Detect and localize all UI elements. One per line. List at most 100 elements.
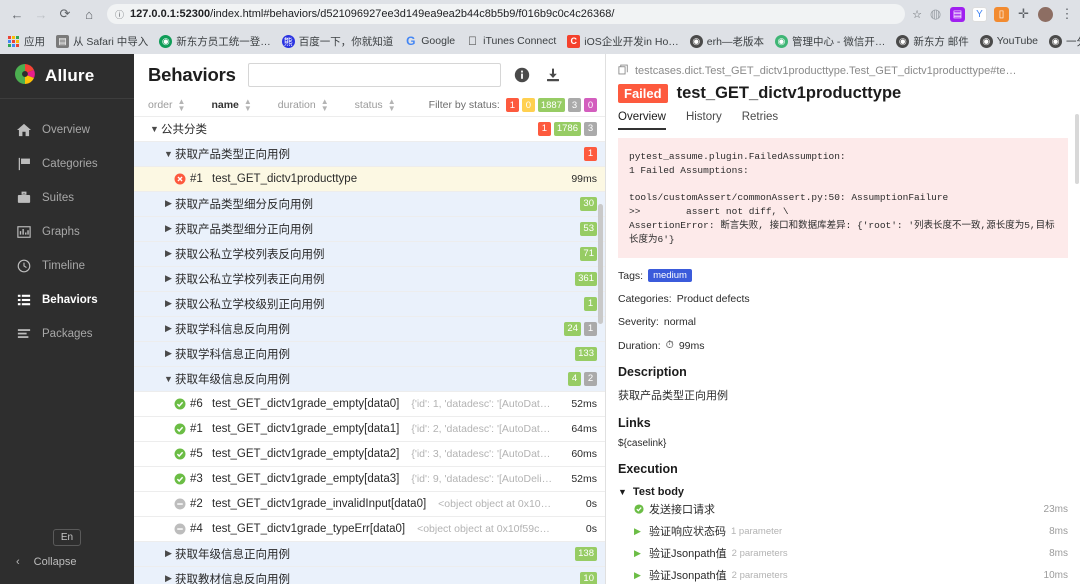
table-row[interactable]: #2 test_GET_dictv1grade_invalidInput[dat…	[134, 492, 605, 517]
sidebar-item-suites[interactable]: Suites	[0, 181, 134, 215]
step-row[interactable]: 发送接口请求 23ms	[618, 498, 1068, 520]
address-bar[interactable]: ⓘ 127.0.0.1:52300/index.html#behaviors/d…	[107, 4, 906, 24]
bookmark-item-wechat-admin[interactable]: ◉ 管理中心 - 微信开…	[774, 34, 885, 49]
bookmark-item-ios-enterprise[interactable]: C iOS企业开发in Ho…	[567, 34, 679, 49]
table-row[interactable]: #3 test_GET_dictv1grade_empty[data3] {'i…	[134, 467, 605, 492]
reload-icon[interactable]: ⟳	[54, 3, 76, 25]
extension-lock-icon[interactable]: ▯	[994, 6, 1009, 22]
clock-icon: ⏱	[665, 339, 674, 352]
tab-retries[interactable]: Retries	[742, 111, 778, 130]
page-info-icon[interactable]: ⓘ	[115, 8, 124, 21]
behaviors-tree-pane: Behaviors order ▲ ▼ name ▲ ▼ duration ▲ ▼	[134, 54, 606, 584]
filter-badge-skipped[interactable]: 3	[568, 98, 581, 113]
info-icon[interactable]	[513, 65, 532, 84]
step-duration: 10ms	[1043, 569, 1068, 581]
tree-group[interactable]: ▶ 获取产品类型细分正向用例 53	[134, 216, 605, 242]
tree-group-root[interactable]: ▼ 公共分类 1 1786 3	[134, 117, 605, 142]
tab-history[interactable]: History	[686, 111, 722, 130]
breadcrumb[interactable]: testcases.dict.Test_GET_dictv1producttyp…	[606, 54, 1080, 80]
bookmark-item-erh[interactable]: ◉ erh—老版本	[689, 34, 764, 49]
table-row[interactable]: #6 test_GET_dictv1grade_empty[data0] {'i…	[134, 392, 605, 417]
categories-row: Categories: Product defects	[618, 293, 1068, 305]
extension-circle-icon[interactable]: ◍	[928, 6, 943, 22]
sidebar-item-behaviors[interactable]: Behaviors	[0, 283, 134, 317]
table-row[interactable]: #1 test_GET_dictv1producttype 99ms	[134, 166, 605, 192]
sort-status-column[interactable]: status ▲ ▼	[355, 98, 396, 113]
download-icon[interactable]	[544, 65, 563, 84]
language-switcher[interactable]: En	[52, 529, 82, 546]
tree-header: Behaviors	[134, 54, 605, 95]
brand[interactable]: Allure	[0, 54, 134, 99]
extension-puzzle-icon[interactable]: ✛	[1016, 6, 1031, 22]
bookmark-item-google[interactable]: G Google	[404, 34, 455, 48]
sort-duration-column[interactable]: duration ▲ ▼	[278, 98, 329, 113]
filter-badge-broken[interactable]: 0	[521, 98, 535, 113]
omnibox-row: ← → ⟳ ⌂ ⓘ 127.0.0.1:52300/index.html#beh…	[0, 0, 1080, 28]
address-bar-url: 127.0.0.1:52300/index.html#behaviors/d52…	[130, 8, 897, 20]
extension-funnel-icon[interactable]: Y	[972, 6, 987, 22]
tree-group[interactable]: ▶ 获取学科信息正向用例 133	[134, 341, 605, 367]
bookmark-item-safari-import[interactable]: ▤ 从 Safari 中导入	[56, 34, 148, 49]
bookmark-item-xdf-login[interactable]: ◉ 新东方员工统一登…	[159, 34, 271, 49]
group-label: 获取教材信息反向用例	[175, 573, 290, 584]
url-host: 127.0.0.1:52300	[130, 8, 211, 20]
bookmark-item-one-minute-xdf[interactable]: ◉ 一分钟读懂新东方	[1049, 34, 1080, 49]
bookmark-item-youtube[interactable]: ◉ YouTube	[979, 34, 1038, 48]
tags-label: Tags:	[618, 269, 644, 282]
bookmark-item-itunes-connect[interactable]:  iTunes Connect	[466, 34, 556, 48]
table-row[interactable]: #5 test_GET_dictv1grade_empty[data2] {'i…	[134, 442, 605, 467]
tree-group[interactable]: ▼ 获取年级信息反向用例 4 2	[134, 366, 605, 392]
tab-overview[interactable]: Overview	[618, 111, 666, 130]
bookmark-label: 新东方 邮件	[913, 35, 969, 48]
sidebar-item-overview[interactable]: Overview	[0, 113, 134, 147]
bookmark-item-apps[interactable]: 应用	[7, 34, 45, 49]
forward-arrow-icon[interactable]: →	[30, 3, 52, 25]
tree-group[interactable]: ▶ 获取教材信息反向用例 10	[134, 566, 605, 584]
tree-group[interactable]: ▶ 获取学科信息反向用例 24 1	[134, 316, 605, 342]
sidebar-item-packages[interactable]: Packages	[0, 317, 134, 351]
sort-order-column[interactable]: order ▲ ▼	[148, 98, 185, 113]
step-row[interactable]: ▶ 验证响应状态码 1 parameter 8ms	[618, 520, 1068, 542]
group-label: 获取公私立学校级别正向用例	[175, 298, 325, 311]
link-value[interactable]: ${caselink}	[618, 438, 1068, 449]
search-input[interactable]	[247, 62, 501, 87]
home-icon[interactable]: ⌂	[78, 3, 100, 25]
tree-group[interactable]: ▼ 获取产品类型正向用例 1	[134, 141, 605, 167]
tree-scrollbar[interactable]	[598, 204, 603, 324]
step-name: 验证Jsonpath值	[649, 548, 727, 561]
tree-group[interactable]: ▶ 获取产品类型细分反向用例 30	[134, 191, 605, 217]
user-avatar[interactable]	[1038, 6, 1053, 22]
group-badges: 361	[575, 271, 597, 286]
tree-group[interactable]: ▶ 获取年级信息正向用例 138	[134, 541, 605, 567]
sidebar-item-categories[interactable]: Categories	[0, 147, 134, 181]
test-body-toggle[interactable]: ▼ Test body	[618, 486, 1068, 498]
bookmark-item-xdf-mail[interactable]: ◉ 新东方 邮件	[896, 34, 969, 49]
copy-icon[interactable]	[618, 64, 629, 78]
detail-scrollbar[interactable]	[1075, 114, 1079, 184]
extension-purple-icon[interactable]: ▤	[950, 6, 965, 22]
execution-heading: Execution	[618, 462, 678, 477]
sort-name-column[interactable]: name ▲ ▼	[211, 98, 251, 113]
table-row[interactable]: #1 test_GET_dictv1grade_empty[data1] {'i…	[134, 417, 605, 442]
tree-group[interactable]: ▶ 获取公私立学校级别正向用例 1	[134, 291, 605, 317]
detail-title-row: Failed test_GET_dictv1producttype	[606, 80, 1080, 103]
back-arrow-icon[interactable]: ←	[6, 3, 28, 25]
group-badges: 10	[580, 571, 597, 584]
filter-badge-unknown[interactable]: 0	[584, 98, 597, 113]
tag-chip[interactable]: medium	[648, 269, 692, 283]
tree-group[interactable]: ▶ 获取公私立学校列表正向用例 361	[134, 266, 605, 292]
layers-icon	[16, 327, 31, 341]
step-row[interactable]: ▶ 验证Jsonpath值 2 parameters 8ms	[618, 542, 1068, 564]
filter-badge-failed[interactable]: 1	[505, 98, 519, 113]
table-row[interactable]: #4 test_GET_dictv1grade_typeErr[data0] <…	[134, 517, 605, 542]
sidebar-item-graphs[interactable]: Graphs	[0, 215, 134, 249]
filter-badge-passed[interactable]: 1887	[537, 98, 565, 113]
tree-group[interactable]: ▶ 获取公私立学校列表反向用例 71	[134, 241, 605, 267]
collapse-button[interactable]: ‹ Collapse	[0, 556, 134, 568]
group-label: 获取产品类型细分反向用例	[175, 198, 313, 211]
bookmark-item-baidu[interactable]: 熊 百度一下，你就知道	[281, 34, 393, 49]
sidebar-item-timeline[interactable]: Timeline	[0, 249, 134, 283]
bookmark-star-icon[interactable]: ☆	[912, 8, 922, 21]
step-row[interactable]: ▶ 验证Jsonpath值 2 parameters 10ms	[618, 564, 1068, 584]
browser-menu-icon[interactable]: ⋮	[1060, 7, 1074, 20]
